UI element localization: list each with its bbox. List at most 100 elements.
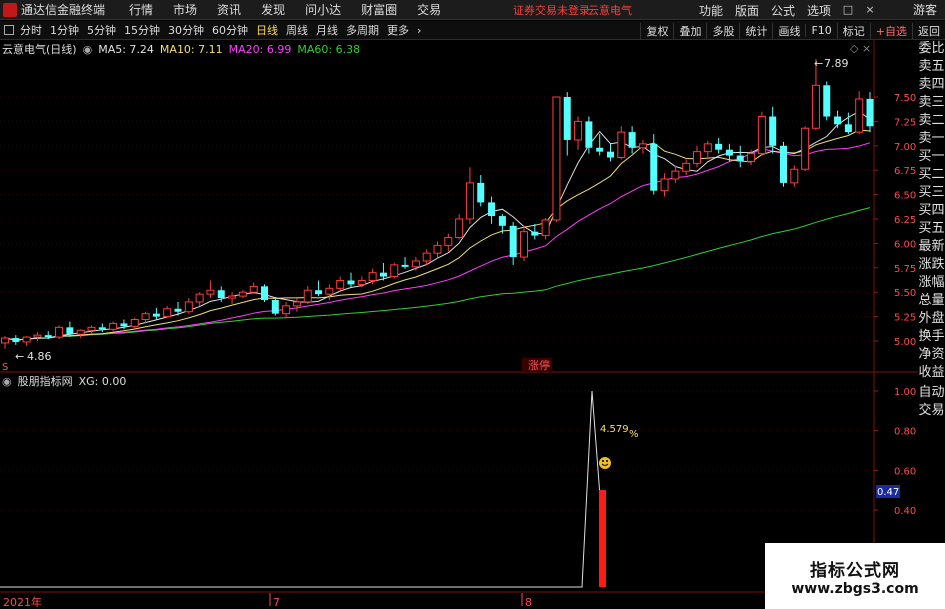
candle bbox=[757, 111, 766, 156]
trade-label[interactable]: 交易 bbox=[918, 402, 945, 420]
side-item-ask4[interactable]: 卖四 bbox=[918, 76, 945, 94]
candle-body bbox=[596, 147, 604, 152]
right-menu: 功能 版面 公式 选项 bbox=[693, 0, 837, 20]
candle bbox=[509, 221, 517, 265]
candle bbox=[660, 173, 669, 197]
candle-body bbox=[336, 279, 345, 289]
side-item-bid5[interactable]: 买五 bbox=[918, 220, 945, 238]
period-toolbar: 分时 1分钟 5分钟 15分钟 30分钟 60分钟 日线 周线 月线 多周期 更… bbox=[0, 21, 945, 40]
charts-area[interactable]: 7.50 7.25 7.00 6.75 6.50 6.25 6.00 5.75 5.50 5.25… bbox=[0, 40, 918, 609]
close-icon[interactable]: × bbox=[862, 0, 878, 20]
candle-body bbox=[520, 231, 528, 258]
side-item-latest[interactable]: 最新 bbox=[918, 238, 945, 256]
side-item-change-pct[interactable]: 涨幅 bbox=[918, 274, 945, 292]
candle bbox=[195, 292, 204, 306]
candle bbox=[152, 307, 160, 320]
period-intraday[interactable]: 分时 bbox=[16, 22, 46, 38]
menu-ask[interactable]: 问小达 bbox=[295, 1, 351, 18]
period-1min[interactable]: 1分钟 bbox=[46, 22, 83, 38]
menu-news[interactable]: 资讯 bbox=[207, 1, 251, 18]
price-tick-label: 5.25 bbox=[894, 313, 916, 324]
settings-circle-icon[interactable]: ◉ bbox=[2, 375, 12, 388]
candle bbox=[780, 141, 787, 187]
side-item-volume[interactable]: 总量 bbox=[918, 292, 945, 310]
minimize-icon[interactable]: – bbox=[818, 0, 834, 20]
side-item-outer[interactable]: 外盘 bbox=[918, 310, 945, 328]
side-item-bid4[interactable]: 买四 bbox=[918, 202, 945, 220]
btn-adjust[interactable]: 复权 bbox=[640, 22, 673, 39]
period-multi[interactable]: 多周期 bbox=[342, 22, 383, 38]
indicator-value: XG: 0.00 bbox=[78, 374, 127, 388]
candle bbox=[228, 292, 237, 304]
period-60min[interactable]: 60分钟 bbox=[208, 22, 252, 38]
smiley-eye-right bbox=[606, 460, 608, 462]
side-item-ask3[interactable]: 卖三 bbox=[918, 94, 945, 112]
candle bbox=[682, 159, 691, 176]
candle bbox=[109, 321, 118, 332]
side-item-bid1[interactable]: 买一 bbox=[918, 148, 945, 166]
period-daily[interactable]: 日线 bbox=[252, 22, 282, 38]
side-item-ask2[interactable]: 卖二 bbox=[918, 112, 945, 130]
side-item-bid3[interactable]: 买三 bbox=[918, 184, 945, 202]
period-30min[interactable]: 30分钟 bbox=[164, 22, 208, 38]
side-item-bid2[interactable]: 买二 bbox=[918, 166, 945, 184]
menu-market[interactable]: 市场 bbox=[163, 1, 207, 18]
side-item-net-assets[interactable]: 净资 bbox=[918, 346, 945, 364]
btn-add-watchlist[interactable]: +自选 bbox=[869, 22, 912, 39]
candle-body bbox=[780, 145, 787, 183]
menu-formula[interactable]: 公式 bbox=[765, 2, 801, 19]
menu-layout[interactable]: 版面 bbox=[729, 2, 765, 19]
period-weekly[interactable]: 周线 bbox=[282, 22, 312, 38]
guest-label[interactable]: 游客 bbox=[913, 0, 937, 20]
candle-body bbox=[22, 336, 31, 343]
candle bbox=[433, 241, 442, 260]
limit-up-tag[interactable]: 涨停 bbox=[528, 358, 550, 372]
btn-statistics[interactable]: 统计 bbox=[739, 22, 772, 39]
indicator-tick-label: 0.40 bbox=[894, 506, 916, 517]
maximize-icon[interactable]: □ bbox=[840, 0, 856, 20]
candle bbox=[249, 282, 258, 295]
candle-body bbox=[130, 319, 139, 327]
side-item-earnings[interactable]: 收益 bbox=[918, 364, 945, 382]
btn-mark[interactable]: 标记 bbox=[836, 22, 870, 39]
candle bbox=[866, 92, 874, 133]
side-item-ask5[interactable]: 卖五 bbox=[918, 58, 945, 76]
candle-body bbox=[228, 295, 237, 299]
login-status[interactable]: 证券交易未登录 bbox=[513, 2, 590, 18]
period-more[interactable]: 更多 bbox=[383, 22, 413, 38]
candle-body bbox=[120, 323, 128, 327]
menu-trade[interactable]: 交易 bbox=[407, 1, 451, 18]
candle-body bbox=[87, 326, 96, 331]
menu-discover[interactable]: 发现 bbox=[251, 1, 295, 18]
side-item-turnover[interactable]: 换手 bbox=[918, 328, 945, 346]
menu-function[interactable]: 功能 bbox=[693, 2, 729, 19]
indicator-signal-bar bbox=[599, 490, 606, 587]
candle bbox=[617, 126, 626, 160]
settings-circle-icon[interactable]: ◉ bbox=[83, 43, 93, 56]
btn-draw[interactable]: 画线 bbox=[772, 22, 805, 39]
chevron-right-icon[interactable]: › bbox=[413, 24, 425, 37]
btn-back[interactable]: 返回 bbox=[912, 22, 945, 39]
side-item-change[interactable]: 涨跌 bbox=[918, 256, 945, 274]
menu-wealth[interactable]: 财富圈 bbox=[351, 1, 407, 18]
candle bbox=[823, 81, 831, 121]
menu-quotes[interactable]: 行情 bbox=[119, 1, 163, 18]
auto-label[interactable]: 自动 bbox=[918, 384, 945, 402]
side-item-bid-ratio[interactable]: 委比 bbox=[918, 40, 945, 58]
period-15min[interactable]: 15分钟 bbox=[120, 22, 164, 38]
layout-grid-icon[interactable] bbox=[4, 25, 14, 35]
btn-f10[interactable]: F10 bbox=[805, 24, 836, 37]
candle-body bbox=[357, 279, 366, 285]
candle bbox=[303, 286, 312, 304]
btn-overlay[interactable]: 叠加 bbox=[673, 22, 706, 39]
candle-body bbox=[617, 131, 626, 159]
candle-body bbox=[498, 216, 506, 226]
app-title: 通达信金融终端 bbox=[21, 3, 106, 17]
side-item-ask1[interactable]: 卖一 bbox=[918, 130, 945, 148]
pane-collapse-icon[interactable]: ◇ × bbox=[850, 42, 871, 55]
period-monthly[interactable]: 月线 bbox=[312, 22, 342, 38]
btn-multi-stock[interactable]: 多股 bbox=[706, 22, 739, 39]
period-5min[interactable]: 5分钟 bbox=[83, 22, 120, 38]
candle-body bbox=[249, 285, 258, 293]
candle-body bbox=[282, 305, 291, 315]
